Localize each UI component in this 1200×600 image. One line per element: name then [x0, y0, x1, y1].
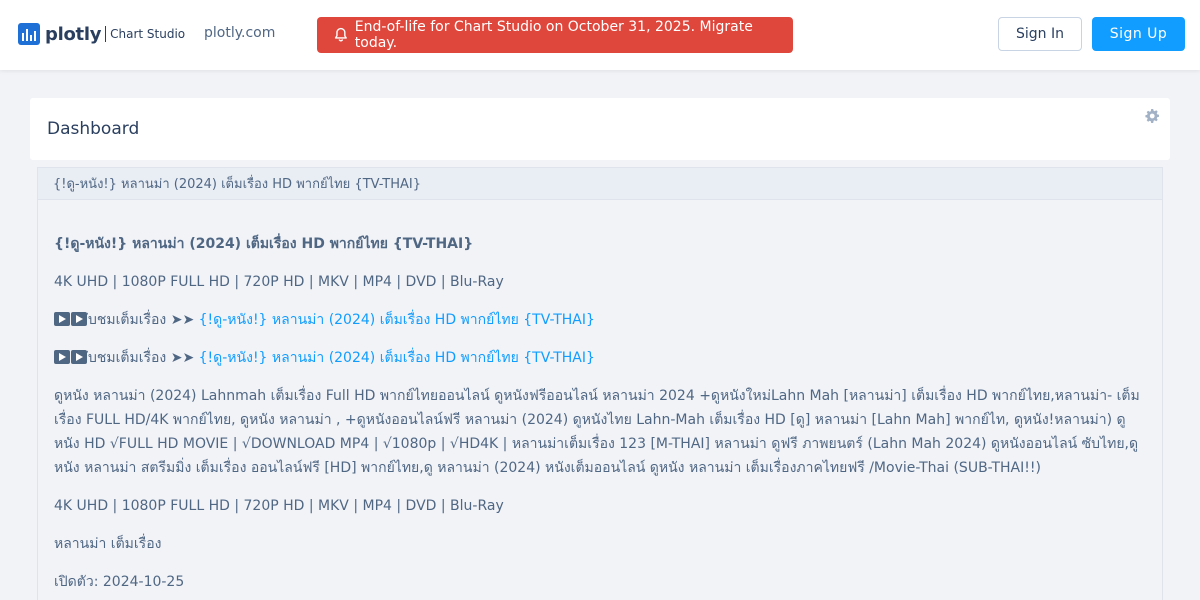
watch-prefix: ับชมเต็มเรื่อง ➤➤ [88, 350, 199, 366]
formats-line-2: 4K UHD | 1080P FULL HD | 720P HD | MKV |… [54, 498, 504, 514]
watch-line-1: ับชมเต็มเรื่อง ➤➤ {!ดู-หนัง!} หลานม่า (2… [54, 308, 1146, 332]
sign-up-button[interactable]: Sign Up [1092, 17, 1185, 51]
document-body: {!ดู-หนัง!} หลานม่า (2024) เต็มเรื่อง HD… [38, 200, 1162, 594]
banner-text: End-of-life for Chart Studio on October … [354, 19, 753, 51]
release-date: เปิดตัว: 2024-10-25 [54, 574, 185, 590]
play-icon [71, 312, 87, 326]
formats-line-1: 4K UHD | 1080P FULL HD | 720P HD | MKV |… [54, 274, 504, 290]
short-title: หลานม่า เต็มเรื่อง [54, 536, 162, 552]
watch-link[interactable]: {!ดู-หนัง!} หลานม่า (2024) เต็มเรื่อง HD… [199, 350, 595, 366]
watch-line-2: ับชมเต็มเรื่อง ➤➤ {!ดู-หนัง!} หลานม่า (2… [54, 346, 1146, 370]
document-header-title: {!ดู-หนัง!} หลานม่า (2024) เต็มเรื่อง HD… [53, 177, 421, 192]
document-panel: {!ดู-หนัง!} หลานม่า (2024) เต็มเรื่อง HD… [37, 167, 1163, 600]
plotly-com-link[interactable]: plotly.com [204, 25, 275, 41]
dashboard-panel: Dashboard [30, 98, 1170, 160]
watch-link[interactable]: {!ดู-หนัง!} หลานม่า (2024) เต็มเรื่อง HD… [199, 312, 595, 328]
document-heading: {!ดู-หนัง!} หลานม่า (2024) เต็มเรื่อง HD… [54, 236, 474, 252]
description-paragraph: ดูหนัง หลานม่า (2024) Lahnmah เต็มเรื่อง… [54, 388, 1140, 476]
end-of-life-banner[interactable]: End-of-life for Chart Studio on October … [317, 17, 793, 53]
play-icon [54, 350, 70, 364]
play-icon [71, 350, 87, 364]
plotly-logo-icon [18, 23, 40, 45]
logo-separator [105, 26, 107, 42]
logo-subtitle: Chart Studio [110, 27, 186, 41]
play-icon [54, 312, 70, 326]
top-navbar: plotly Chart Studio plotly.com End-of-li… [0, 0, 1200, 70]
bell-icon [334, 27, 347, 42]
document-header: {!ดู-หนัง!} หลานม่า (2024) เต็มเรื่อง HD… [38, 168, 1162, 200]
watch-prefix: ับชมเต็มเรื่อง ➤➤ [88, 312, 199, 328]
dashboard-title: Dashboard [47, 119, 140, 139]
sign-in-button[interactable]: Sign In [998, 17, 1082, 51]
gear-icon[interactable] [1144, 108, 1160, 124]
logo-wordmark: plotly [45, 23, 102, 45]
plotly-chart-studio-logo[interactable]: plotly Chart Studio [18, 22, 185, 46]
